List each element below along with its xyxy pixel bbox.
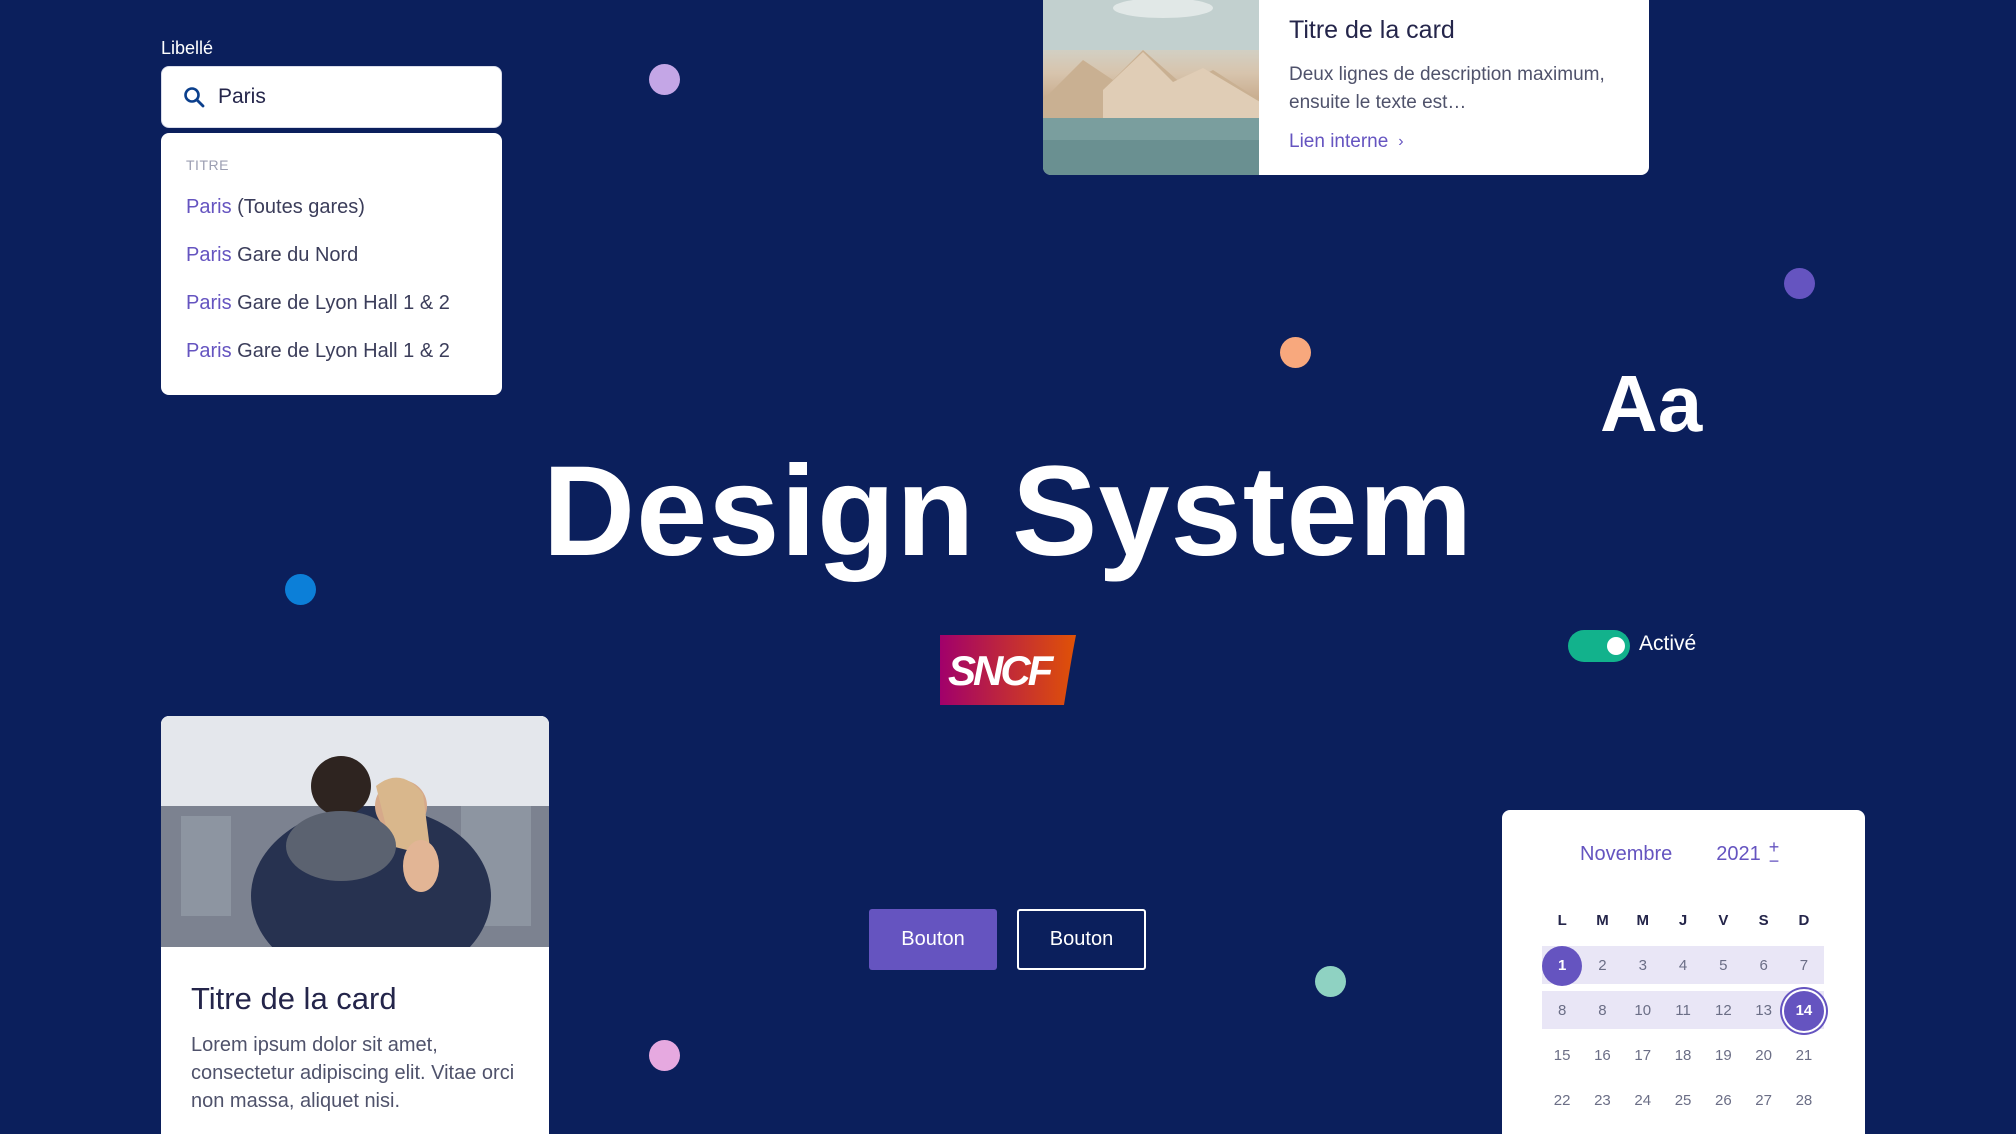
calendar-day[interactable]: 19 (1703, 1047, 1743, 1064)
calendar-day[interactable]: 5 (1703, 957, 1743, 974)
vertical-card[interactable]: Titre de la card Lorem ipsum dolor sit a… (161, 716, 549, 1134)
link-label: Lien interne (1289, 131, 1389, 152)
calendar-day[interactable]: 26 (1703, 1092, 1743, 1109)
calendar-day[interactable]: 6 (1743, 957, 1783, 974)
card-description: Lorem ipsum dolor sit amet, consectetur … (191, 1034, 515, 1112)
card-description: Deux lignes de description maximum, ensu… (1289, 64, 1605, 113)
search-field-label: Libellé (161, 38, 214, 58)
weekday-label: S (1758, 912, 1769, 929)
option-match: Paris (186, 196, 232, 218)
calendar-day[interactable]: 18 (1663, 1047, 1703, 1064)
secondary-button[interactable]: Bouton (1017, 909, 1146, 970)
calendar-day[interactable]: 12 (1703, 1002, 1743, 1019)
calendar-week-row: 15 16 17 18 19 20 21 (1542, 1033, 1824, 1078)
decorative-dot-lilac (649, 64, 680, 95)
calendar-day[interactable]: 20 (1743, 1047, 1783, 1064)
stepper-down-icon[interactable]: − (1769, 852, 1780, 870)
search-input[interactable] (218, 85, 488, 109)
calendar-day[interactable]: 3 (1623, 957, 1663, 974)
calendar-day-selected[interactable]: 14 (1783, 990, 1824, 1031)
dropdown-option[interactable]: Paris (Toutes gares) (186, 195, 477, 243)
search-icon (184, 87, 205, 108)
option-text: Gare de Lyon Hall 1 & 2 (231, 292, 450, 314)
dropdown-option[interactable]: Paris Gare de Lyon Hall 1 & 2 (186, 339, 477, 387)
weekday-label: J (1678, 912, 1688, 929)
calendar-day[interactable]: 8 (1542, 1002, 1582, 1019)
calendar-day[interactable]: 4 (1663, 957, 1703, 974)
toggle-label: Activé (1639, 632, 1697, 655)
decorative-dot-mint (1315, 966, 1346, 997)
card-image-hug (161, 716, 549, 947)
calendar-day[interactable]: 27 (1743, 1092, 1783, 1109)
dropdown-option[interactable]: Paris Gare du Nord (186, 243, 477, 291)
calendar-day[interactable]: 25 (1663, 1092, 1703, 1109)
option-match: Paris (186, 292, 232, 314)
chevron-right-icon: › (1398, 133, 1404, 150)
calendar-day[interactable]: 2 (1582, 957, 1622, 974)
search-field[interactable] (161, 66, 502, 128)
primary-button[interactable]: Bouton (869, 909, 997, 970)
option-text: (Toutes gares) (231, 196, 365, 218)
weekday-label: L (1557, 912, 1567, 929)
calendar-year-select[interactable]: 2021 (1716, 843, 1761, 866)
calendar-week-row: 29 30 31 1 2 3 4 (1542, 1123, 1824, 1134)
card-internal-link[interactable]: Lien interne › (1289, 131, 1404, 153)
card-image-landscape (1043, 0, 1259, 175)
option-match: Paris (186, 244, 232, 266)
date-picker: Novembre 2021 + − L M M J V S D 1 2 3 4 … (1502, 810, 1865, 1134)
year-stepper[interactable]: + − (1769, 838, 1780, 870)
calendar-day[interactable]: 10 (1623, 1002, 1663, 1019)
card-title: Titre de la card (191, 981, 397, 1016)
dropdown-group-title: TITRE (186, 157, 229, 173)
calendar-day[interactable]: 28 (1784, 1092, 1824, 1109)
calendar-week-row: 1 2 3 4 5 6 7 (1542, 943, 1825, 988)
autocomplete-dropdown: TITRE Paris (Toutes gares) Paris Gare du… (161, 133, 502, 395)
dropdown-option[interactable]: Paris Gare de Lyon Hall 1 & 2 (186, 291, 477, 339)
weekday-label: M (1596, 912, 1609, 929)
decorative-dot-violet (1784, 268, 1815, 299)
calendar-day[interactable]: 15 (1542, 1047, 1582, 1064)
calendar-day[interactable]: 23 (1582, 1092, 1622, 1109)
page-title: Design System (542, 440, 1474, 583)
sncf-logo: SNCF (940, 635, 1076, 705)
decorative-dot-orange (1280, 337, 1311, 368)
calendar-day[interactable]: 21 (1784, 1047, 1824, 1064)
weekday-label: D (1798, 912, 1810, 929)
calendar-weekday-row: L M M J V S D (1542, 898, 1824, 943)
calendar-day-selected[interactable]: 1 (1542, 945, 1583, 986)
svg-text:SNCF: SNCF (948, 647, 1055, 694)
option-match: Paris (186, 340, 232, 362)
calendar-day[interactable]: 22 (1542, 1092, 1582, 1109)
toggle-switch[interactable] (1568, 630, 1630, 662)
weekday-label: M (1636, 912, 1649, 929)
card-title: Titre de la card (1289, 16, 1455, 44)
calendar-week-row: 8 8 10 11 12 13 14 (1542, 988, 1825, 1033)
calendar-day[interactable]: 17 (1623, 1047, 1663, 1064)
calendar-day[interactable]: 8 (1582, 1002, 1622, 1019)
calendar-day[interactable]: 13 (1743, 1002, 1783, 1019)
weekday-label: V (1718, 912, 1729, 929)
calendar-day[interactable]: 7 (1784, 957, 1824, 974)
toggle-knob (1607, 637, 1625, 655)
calendar-day[interactable]: 24 (1623, 1092, 1663, 1109)
decorative-dot-pink (649, 1040, 680, 1071)
calendar-day[interactable]: 16 (1582, 1047, 1622, 1064)
option-text: Gare de Lyon Hall 1 & 2 (231, 340, 450, 362)
calendar-month-select[interactable]: Novembre (1580, 843, 1672, 866)
calendar-week-row: 22 23 24 25 26 27 28 (1542, 1078, 1824, 1123)
typography-sample: Aa (1600, 359, 1703, 448)
option-text: Gare du Nord (231, 244, 359, 266)
calendar-day[interactable]: 11 (1663, 1002, 1703, 1019)
calendar-grid: L M M J V S D 1 2 3 4 5 6 7 8 8 10 11 12… (1542, 898, 1825, 1134)
horizontal-card[interactable]: Titre de la card Deux lignes de descript… (1043, 0, 1649, 175)
